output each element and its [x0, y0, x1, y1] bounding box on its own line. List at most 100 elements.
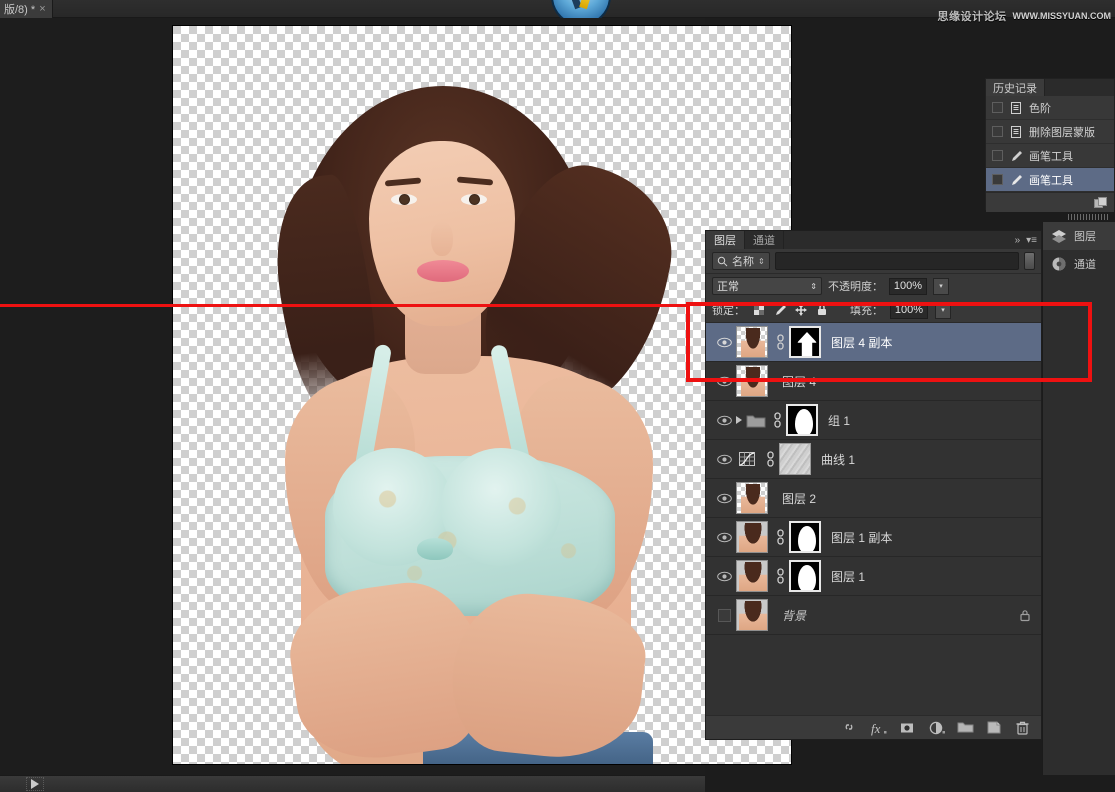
layer-thumbnail[interactable] [736, 560, 768, 592]
new-group-icon[interactable] [957, 720, 974, 736]
lock-position-icon[interactable] [794, 303, 808, 317]
chevron-right-icon[interactable] [736, 416, 742, 424]
new-snapshot-icon[interactable] [1093, 196, 1108, 210]
history-snapshot-checkbox[interactable] [992, 126, 1003, 137]
layer-name: 图层 2 [782, 491, 817, 506]
close-icon[interactable]: × [39, 3, 45, 15]
link-icon[interactable] [775, 568, 786, 584]
layer-visibility-toggle[interactable] [712, 571, 736, 582]
layer-style-fx-icon[interactable]: fx [870, 720, 887, 736]
opacity-value[interactable]: 100% [889, 277, 927, 295]
blend-mode-value: 正常 [717, 281, 739, 293]
new-adjustment-icon[interactable] [928, 720, 945, 736]
history-item[interactable]: 删除图层蒙版 [986, 120, 1114, 144]
history-snapshot-checkbox[interactable] [992, 150, 1003, 161]
document-canvas[interactable] [172, 25, 792, 765]
layer-thumbnail[interactable] [736, 326, 768, 358]
history-snapshot-checkbox[interactable] [992, 102, 1003, 113]
new-layer-icon[interactable] [986, 720, 1002, 736]
layer-visibility-toggle[interactable] [712, 493, 736, 504]
link-icon[interactable] [765, 451, 776, 467]
link-layers-icon[interactable] [841, 720, 857, 736]
tab-history[interactable]: 历史记录 [986, 79, 1045, 96]
layer-mask-thumbnail[interactable] [789, 521, 821, 553]
history-item[interactable]: 画笔工具 [986, 144, 1114, 168]
link-icon[interactable] [775, 334, 786, 350]
lock-transparent-icon[interactable] [752, 303, 766, 317]
layer-thumbnail[interactable] [736, 365, 768, 397]
history-item-selected[interactable]: 画笔工具 [986, 168, 1114, 192]
layers-icon [1051, 228, 1067, 244]
canvas-area[interactable] [0, 18, 792, 775]
layer-thumbnail[interactable] [736, 482, 768, 514]
tab-channels[interactable]: 通道 [745, 231, 784, 249]
layer-mask-thumbnail[interactable] [779, 443, 811, 475]
table-row[interactable]: 图层 1 [706, 557, 1041, 596]
blend-mode-select[interactable]: 正常 ⇕ [712, 277, 822, 295]
fill-dropdown-arrow[interactable]: ▾ [935, 301, 951, 319]
dock-item-channels[interactable]: 通道 [1043, 250, 1115, 278]
stepper-icon[interactable]: ⇕ [758, 257, 765, 266]
model-photo [173, 26, 791, 764]
table-row[interactable]: 组 1 [706, 401, 1041, 440]
layer-list[interactable]: 图层 4 副本 图层 4 组 1 曲线 1 图层 2 图层 1 副本 图层 1 … [706, 323, 1041, 639]
play-icon[interactable] [26, 777, 44, 791]
status-bar [0, 775, 705, 792]
history-item[interactable]: 色阶 [986, 96, 1114, 120]
table-row[interactable]: 背景 [706, 596, 1041, 635]
layer-name: 曲线 1 [821, 452, 856, 467]
layer-name: 组 1 [828, 413, 851, 428]
filter-type-select[interactable]: 名称 ⇕ [712, 252, 770, 270]
collapse-icon[interactable]: » [1015, 235, 1021, 246]
layer-thumbnail[interactable] [736, 521, 768, 553]
layer-visibility-toggle[interactable] [712, 454, 736, 465]
watermark: 思缘设计论坛 WWW.MISSYUAN.COM [938, 8, 1112, 24]
panel-resize-grip[interactable] [1068, 214, 1110, 220]
layer-mask-thumbnail[interactable] [789, 560, 821, 592]
tab-layers-label: 图层 [714, 235, 736, 247]
lock-all-icon[interactable] [815, 303, 829, 317]
stepper-icon[interactable]: ⇕ [810, 282, 817, 291]
table-row[interactable]: 图层 4 [706, 362, 1041, 401]
link-icon[interactable] [775, 529, 786, 545]
dock-item-layers[interactable]: 图层 [1043, 222, 1115, 250]
table-row[interactable]: 图层 4 副本 [706, 323, 1041, 362]
lock-row: 锁定： 填充： 100% ▾ [706, 298, 1041, 323]
layer-visibility-toggle[interactable] [712, 608, 736, 622]
layer-visibility-toggle[interactable] [712, 376, 736, 387]
history-item-label: 画笔工具 [1029, 174, 1073, 187]
lock-all-icon [1019, 609, 1031, 622]
delete-layer-icon[interactable] [1015, 720, 1031, 736]
layer-visibility-toggle[interactable] [712, 415, 736, 426]
document-tab[interactable]: 版/8) * × [0, 0, 53, 18]
layer-visibility-toggle[interactable] [712, 337, 736, 348]
right-icon-dock: 图层 通道 [1042, 222, 1115, 775]
annotation-line [0, 304, 686, 307]
table-row[interactable]: 图层 2 [706, 479, 1041, 518]
panel-menu-icon[interactable]: ▾≡ [1026, 235, 1037, 246]
filter-enable-toggle[interactable] [1024, 252, 1035, 270]
layer-visibility-toggle[interactable] [712, 532, 736, 543]
history-panel-footer [986, 192, 1114, 212]
layer-name: 图层 1 副本 [831, 530, 893, 545]
dock-item-channels-label: 通道 [1074, 259, 1096, 271]
history-panel-tabs: 历史记录 [986, 79, 1114, 96]
curves-adjustment-icon[interactable] [736, 450, 758, 468]
fill-value[interactable]: 100% [890, 301, 928, 319]
link-icon[interactable] [772, 412, 783, 428]
table-row[interactable]: 图层 1 副本 [706, 518, 1041, 557]
filter-type-label: 名称 [732, 256, 754, 268]
layers-panel: 图层 通道 » ▾≡ 名称 ⇕ 正常 ⇕ 不透明度： 100% ▾ 锁定： 填充… [705, 230, 1042, 740]
layer-search-input[interactable] [775, 252, 1019, 270]
lock-image-icon[interactable] [773, 303, 787, 317]
history-snapshot-checkbox[interactable] [992, 174, 1003, 185]
opacity-dropdown-arrow[interactable]: ▾ [933, 277, 949, 295]
layer-mask-thumbnail[interactable] [789, 326, 821, 358]
tab-layers[interactable]: 图层 [706, 231, 745, 249]
history-list: 色阶 删除图层蒙版 画笔工具 画笔工具 [986, 96, 1114, 192]
layer-name: 图层 4 副本 [831, 335, 893, 350]
add-mask-icon[interactable] [899, 720, 915, 736]
table-row[interactable]: 曲线 1 [706, 440, 1041, 479]
layer-mask-thumbnail[interactable] [786, 404, 818, 436]
layer-thumbnail[interactable] [736, 599, 768, 631]
